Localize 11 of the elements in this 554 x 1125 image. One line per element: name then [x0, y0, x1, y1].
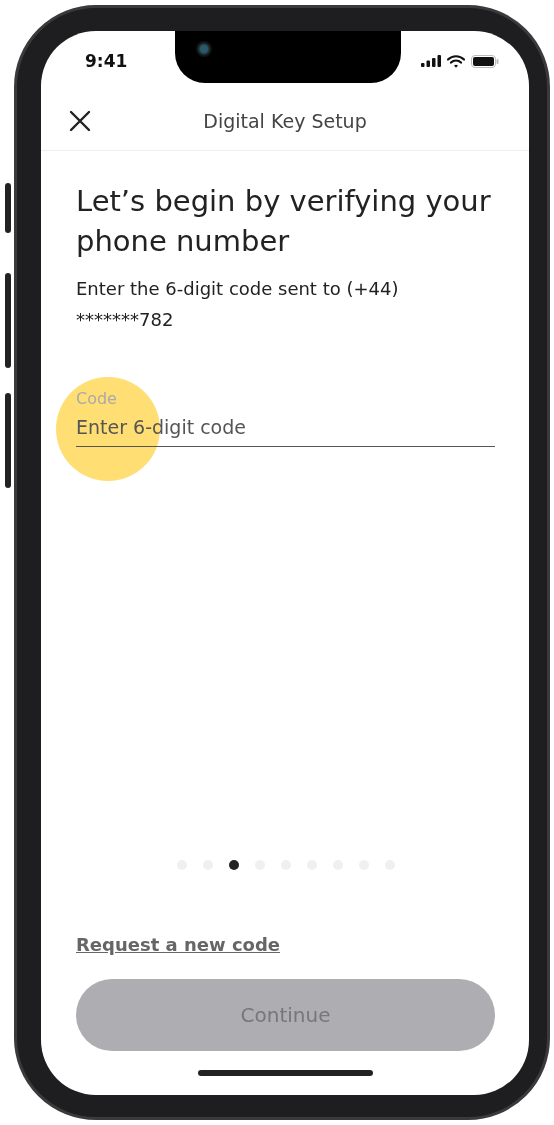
wifi-icon — [447, 54, 465, 68]
status-time: 9:41 — [85, 51, 128, 71]
field-label: Code — [76, 389, 118, 408]
camera-icon — [196, 41, 212, 57]
request-code-link[interactable]: Request a new code — [76, 934, 281, 955]
battery-icon — [471, 54, 499, 68]
heading: Let’s begin by verifying your phone number — [76, 183, 492, 260]
screen-title: Digital Key Setup — [203, 109, 367, 132]
close-icon[interactable] — [69, 110, 91, 132]
signal-icon — [421, 55, 441, 67]
instructions-text: Enter the 6-digit code sent to (+44) *******782 — [76, 277, 400, 332]
